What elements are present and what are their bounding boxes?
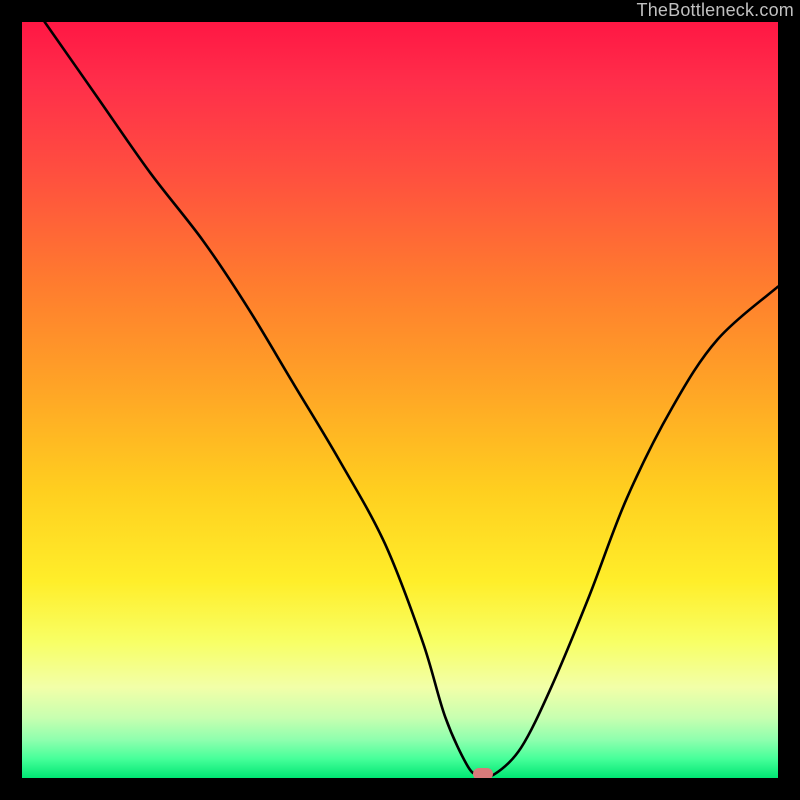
bottleneck-curve <box>22 22 778 778</box>
chart-frame: TheBottleneck.com <box>0 0 800 800</box>
optimal-marker <box>473 768 493 778</box>
watermark-label: TheBottleneck.com <box>637 0 794 21</box>
plot-area <box>22 22 778 778</box>
